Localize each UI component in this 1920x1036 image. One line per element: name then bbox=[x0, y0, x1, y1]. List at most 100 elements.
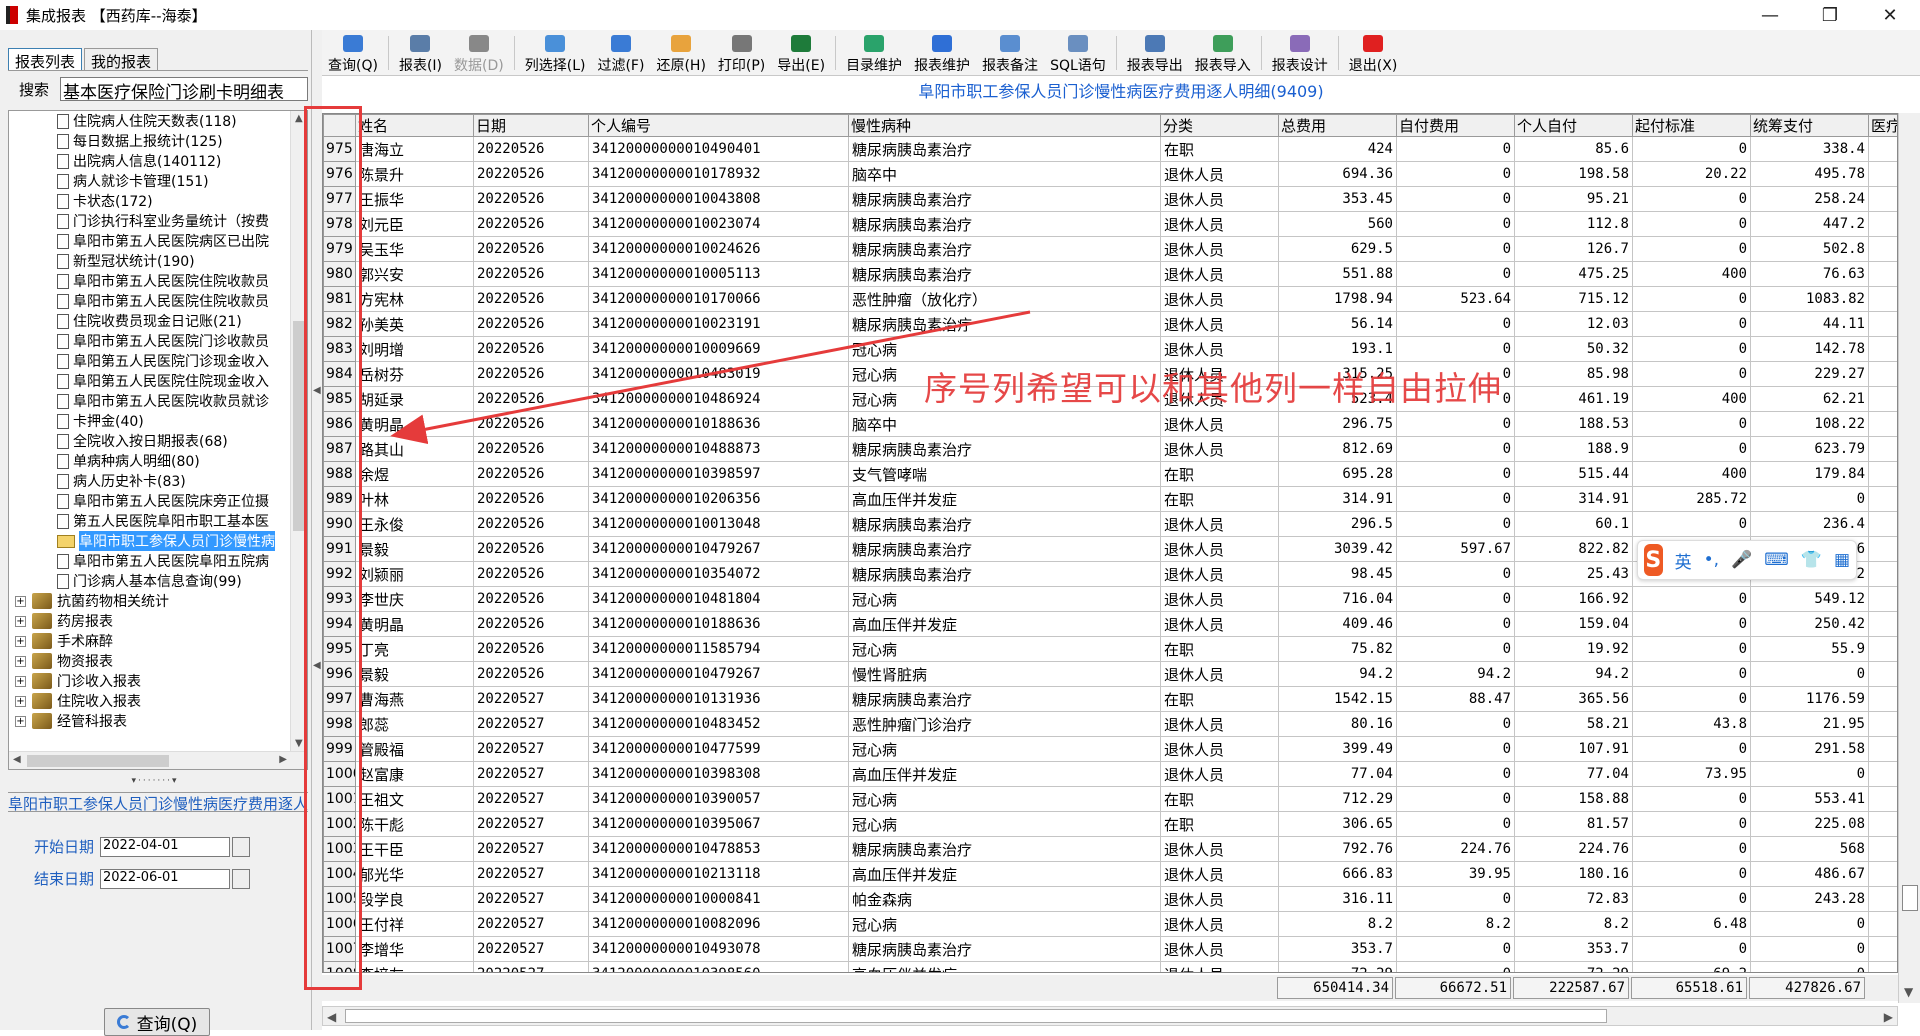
table-cell[interactable]: 225.08 bbox=[1750, 811, 1869, 837]
table-cell[interactable]: 20220527 bbox=[473, 761, 589, 787]
table-row[interactable]: 989 叶林 20220526 34120000000010206356 高血压伴并发症… bbox=[323, 486, 1897, 512]
table-cell[interactable]: 20220527 bbox=[473, 861, 589, 887]
table-cell[interactable]: 553.41 bbox=[1750, 786, 1869, 812]
table-cell[interactable]: 0 bbox=[1750, 911, 1869, 937]
table-cell[interactable]: 0 bbox=[1632, 786, 1751, 812]
table-cell[interactable]: 243.28 bbox=[1750, 886, 1869, 912]
table-cell[interactable]: 34120000000010082096 bbox=[588, 911, 849, 937]
table-cell[interactable]: 12.03 bbox=[1514, 311, 1633, 337]
tree-item[interactable]: + 抗菌药物相关统计 bbox=[9, 591, 307, 611]
table-cell[interactable]: 560 bbox=[1278, 211, 1397, 237]
table-cell[interactable] bbox=[1868, 211, 1897, 237]
table-cell[interactable] bbox=[1868, 711, 1897, 737]
table-cell[interactable]: 0 bbox=[1750, 761, 1869, 787]
table-cell[interactable]: 695.28 bbox=[1278, 461, 1397, 487]
table-cell[interactable]: 20220526 bbox=[473, 186, 589, 212]
table-cell[interactable]: 20220526 bbox=[473, 261, 589, 287]
table-cell[interactable]: 306.65 bbox=[1278, 811, 1397, 837]
table-cell[interactable] bbox=[1868, 686, 1897, 712]
table-cell[interactable]: 0 bbox=[1632, 361, 1751, 387]
table-cell[interactable]: 0 bbox=[1750, 936, 1869, 962]
table-cell[interactable] bbox=[1868, 936, 1897, 962]
toolbar-button[interactable]: 查询(Q) bbox=[322, 31, 384, 75]
table-cell[interactable]: 792.76 bbox=[1278, 836, 1397, 862]
table-cell[interactable]: 34120000000010188636 bbox=[588, 611, 849, 637]
table-cell[interactable]: 112.8 bbox=[1514, 211, 1633, 237]
table-cell[interactable] bbox=[1868, 336, 1897, 362]
toolbar-button[interactable]: 报表设计 bbox=[1266, 31, 1334, 75]
table-cell[interactable]: 43.8 bbox=[1632, 711, 1751, 737]
maximize-button[interactable]: ❐ bbox=[1800, 0, 1860, 30]
table-cell[interactable]: 6.48 bbox=[1632, 911, 1751, 937]
table-cell[interactable]: 糖尿病胰岛素治疗 bbox=[848, 511, 1161, 537]
table-cell[interactable]: 353.7 bbox=[1514, 936, 1633, 962]
table-cell[interactable]: 脑卒中 bbox=[848, 161, 1161, 187]
table-cell[interactable]: 0 bbox=[1396, 736, 1515, 762]
table-cell[interactable]: 291.58 bbox=[1750, 736, 1869, 762]
table-cell[interactable]: 188.9 bbox=[1514, 436, 1633, 462]
table-cell[interactable]: 在职 bbox=[1160, 636, 1279, 662]
table-cell[interactable]: 20.22 bbox=[1632, 161, 1751, 187]
table-cell[interactable]: 1176.59 bbox=[1750, 686, 1869, 712]
table-cell[interactable]: 108.22 bbox=[1750, 411, 1869, 437]
end-date-input[interactable]: 2022-06-01 bbox=[100, 868, 231, 889]
table-cell[interactable]: 叶林 bbox=[355, 486, 474, 512]
table-cell[interactable]: 34120000000010005113 bbox=[588, 261, 849, 287]
table-cell[interactable]: 179.84 bbox=[1750, 461, 1869, 487]
table-cell[interactable] bbox=[1868, 886, 1897, 912]
table-cell[interactable]: 34120000000010390057 bbox=[588, 786, 849, 812]
tree-item[interactable]: 新型冠状统计(190) bbox=[9, 251, 307, 271]
expand-icon[interactable]: + bbox=[15, 695, 26, 707]
table-cell[interactable]: 461.19 bbox=[1514, 386, 1633, 412]
toolbar-button[interactable]: 数据(D) bbox=[448, 31, 510, 75]
table-cell[interactable]: 20220526 bbox=[473, 136, 589, 162]
tab-report-list[interactable]: 报表列表 bbox=[8, 48, 83, 71]
table-cell[interactable] bbox=[1868, 261, 1897, 287]
table-cell[interactable] bbox=[1868, 436, 1897, 462]
table-cell[interactable] bbox=[1868, 161, 1897, 187]
table-cell[interactable]: 236.4 bbox=[1750, 511, 1869, 537]
table-cell[interactable]: 296.5 bbox=[1278, 511, 1397, 537]
table-cell[interactable]: 王祖文 bbox=[355, 786, 474, 812]
start-date-input[interactable]: 2022-04-01 bbox=[100, 836, 231, 857]
table-cell[interactable]: 193.1 bbox=[1278, 336, 1397, 362]
table-cell[interactable] bbox=[1868, 236, 1897, 262]
table-cell[interactable]: 0 bbox=[1632, 136, 1751, 162]
table-cell[interactable]: 77.04 bbox=[1514, 761, 1633, 787]
table-cell[interactable] bbox=[1868, 311, 1897, 337]
tree-item[interactable]: 住院收费员现金日记账(21) bbox=[9, 311, 307, 331]
table-cell[interactable]: 34120000000010178932 bbox=[588, 161, 849, 187]
table-cell[interactable]: 退休人员 bbox=[1160, 236, 1279, 262]
toolbar-button[interactable]: 列选择(L) bbox=[519, 31, 592, 75]
table-cell[interactable]: 76.63 bbox=[1750, 261, 1869, 287]
table-cell[interactable]: 王永俊 bbox=[355, 511, 474, 537]
table-cell[interactable]: 李增华 bbox=[355, 936, 474, 962]
table-cell[interactable]: 0 bbox=[1632, 811, 1751, 837]
table-cell[interactable]: 0 bbox=[1632, 286, 1751, 312]
table-cell[interactable]: 0 bbox=[1396, 486, 1515, 512]
table-cell[interactable]: 1798.94 bbox=[1278, 286, 1397, 312]
toolbar-button[interactable]: 报表(I) bbox=[393, 31, 448, 75]
table-cell[interactable]: 0 bbox=[1632, 836, 1751, 862]
report-tree[interactable]: 住院病人住院天数表(118) 每日数据上报统计(125) 出院病人信息(140112… bbox=[8, 110, 308, 770]
table-cell[interactable] bbox=[1868, 736, 1897, 762]
tree-item[interactable]: + 门诊收入报表 bbox=[9, 671, 307, 691]
table-cell[interactable]: 0 bbox=[1632, 736, 1751, 762]
table-cell[interactable]: 0 bbox=[1632, 336, 1751, 362]
table-cell[interactable]: 郭兴安 bbox=[355, 261, 474, 287]
table-cell[interactable]: 20220526 bbox=[473, 461, 589, 487]
table-cell[interactable]: 69.2 bbox=[1632, 961, 1751, 972]
query-button[interactable]: 查询(Q) bbox=[104, 1008, 210, 1036]
table-cell[interactable]: 0 bbox=[1750, 486, 1869, 512]
table-cell[interactable]: 0 bbox=[1396, 611, 1515, 637]
table-cell[interactable]: 王付祥 bbox=[355, 911, 474, 937]
table-cell[interactable]: 365.56 bbox=[1514, 686, 1633, 712]
punctuation-icon[interactable]: •, bbox=[1704, 550, 1719, 570]
toolbar-button[interactable]: 退出(X) bbox=[1343, 31, 1404, 75]
scroll-right-arrow-icon[interactable]: ▶ bbox=[279, 754, 287, 765]
table-cell[interactable]: 0 bbox=[1396, 436, 1515, 462]
tree-item[interactable]: 卡押金(40) bbox=[9, 411, 307, 431]
toolbar-button[interactable]: 报表导出 bbox=[1121, 31, 1189, 75]
table-cell[interactable]: 退休人员 bbox=[1160, 761, 1279, 787]
end-date-dropdown[interactable] bbox=[232, 868, 251, 889]
